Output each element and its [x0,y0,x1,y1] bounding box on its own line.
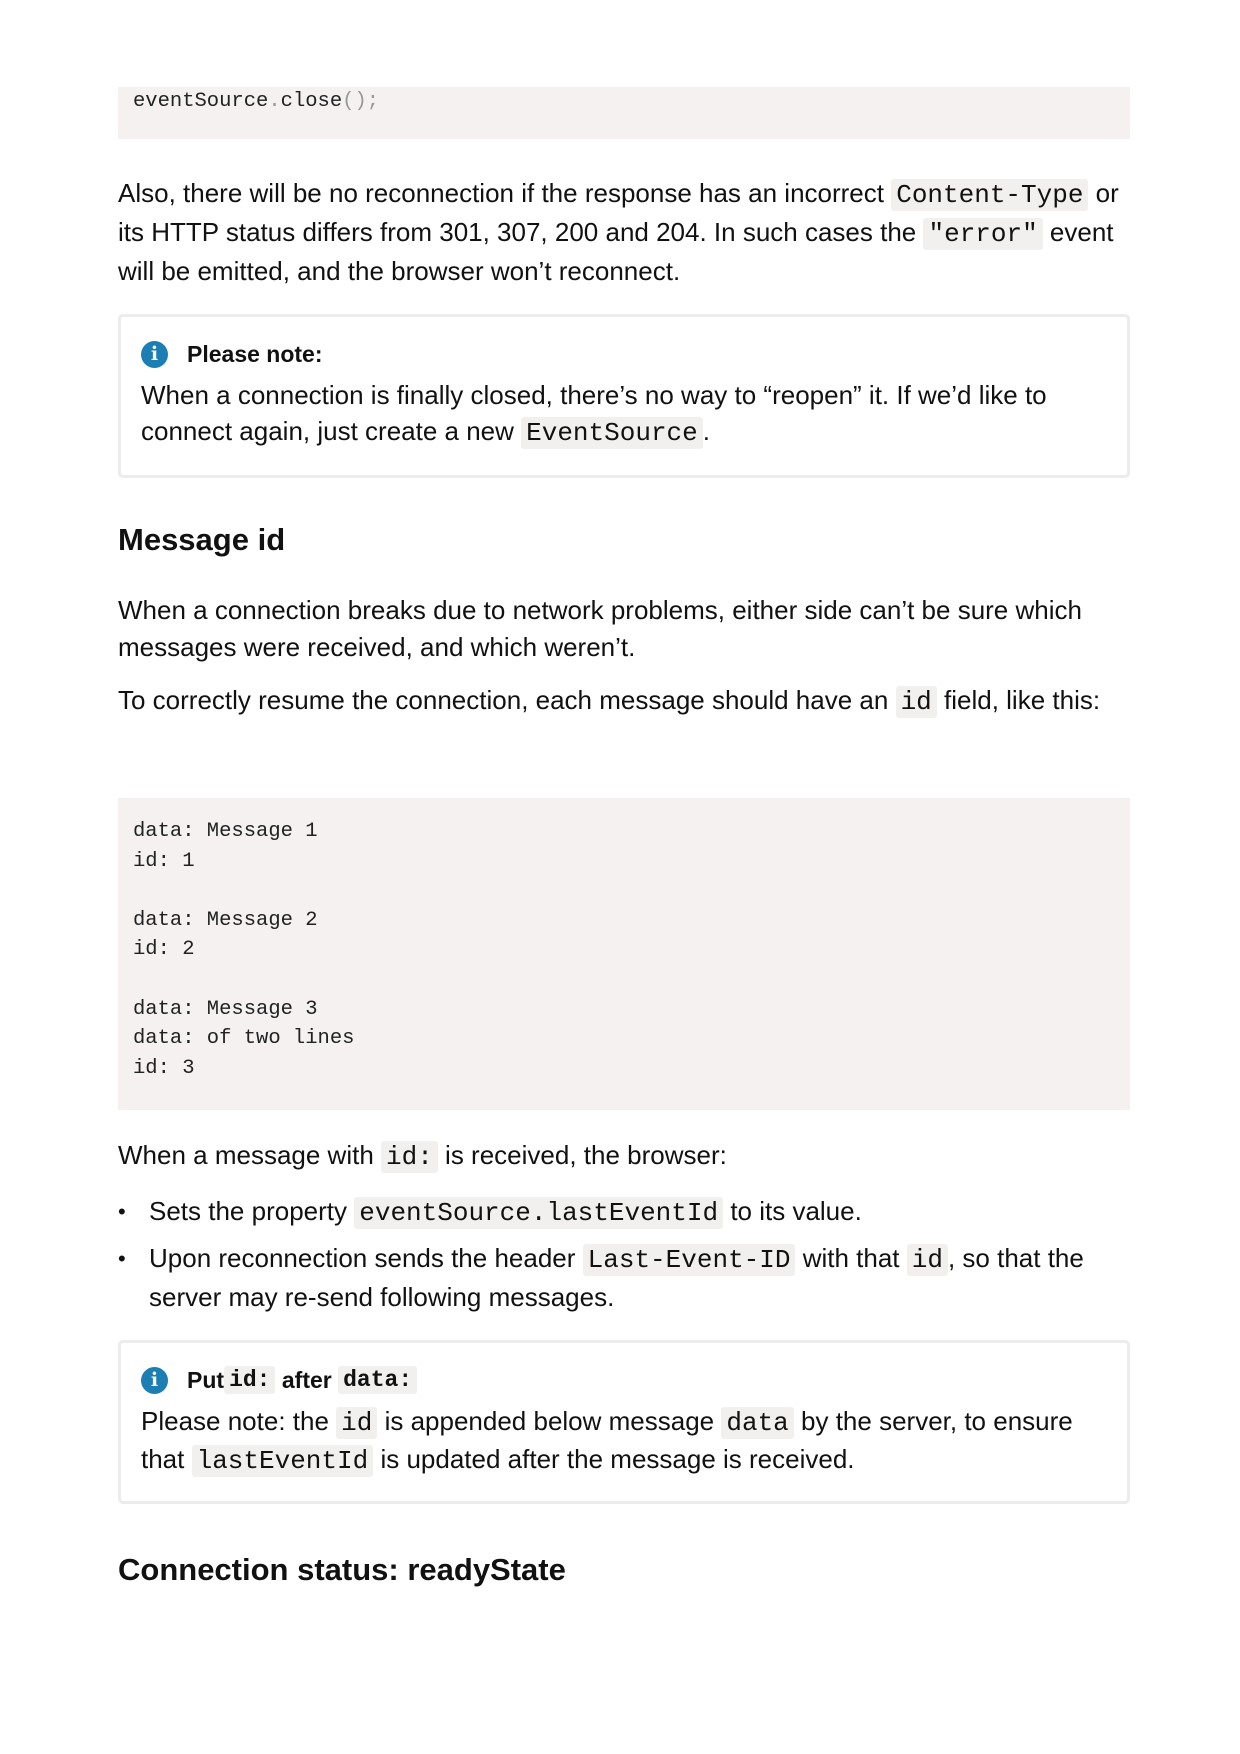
text: is received, the browser: [437,1140,727,1170]
inline-code-eventsource: EventSource [521,417,703,449]
list-item: • Upon reconnection sends the header Last… [118,1240,1130,1316]
inline-code-last-event-id-header: Last-Event-ID [582,1244,796,1276]
inline-code-data: data [721,1407,794,1439]
code-line-blank: ​ [133,965,1115,995]
code-line: data: Message 3 [133,997,318,1021]
note-title-text: Please note: [187,340,323,367]
text: . [702,416,710,446]
heading-connection-status: Connection status: readyState [118,1552,566,1587]
bullet-list: • Sets the property eventSource.lastEvent… [118,1193,1130,1324]
text: to its value. [723,1196,862,1226]
note-body: When a connection is finally closed, the… [141,377,1107,451]
text: To correctly resume the connection, each… [118,685,896,715]
bullet-dot: • [118,1246,126,1271]
bullet-dot: • [118,1199,126,1224]
text: Please note: the [141,1406,337,1436]
note-title: i Please note: [141,337,1107,371]
code-token-dot: . [268,90,281,113]
inline-code-content-type: Content-Type [891,179,1089,211]
text: Sets the property [149,1196,355,1226]
paragraph-connection-breaks: When a connection breaks due to network … [118,595,1082,662]
code-line: data: of two lines [133,1027,355,1051]
inline-code-data-colon: data: [338,1366,418,1394]
note-box-please-note: i Please note: When a connection is final… [118,314,1130,478]
inline-code-id: id [336,1407,378,1439]
code-line: id: 2 [133,938,195,962]
note-title: i Put id: after data: [141,1363,1107,1397]
info-icon: i [141,1366,168,1394]
code-token-method: close [280,90,343,113]
inline-code-lasteventid-property: eventSource.lastEventId [354,1197,724,1229]
list-item: • Sets the property eventSource.lastEvent… [118,1193,1130,1232]
note-box-put-id-after-data: i Put id: after data: Please note: the id… [118,1340,1130,1504]
code-line: data: Message 1 [133,820,318,843]
code-line-blank: ​ [133,876,1115,906]
inline-code-id: id [906,1244,948,1276]
note-body: Please note: the id is appended below me… [141,1403,1107,1479]
text: Put [187,1366,225,1393]
code-block-messages: data: Message 1id: 1​data: Message 2id: … [118,798,1130,1110]
text: Upon reconnection sends the header [149,1243,583,1273]
code-line: data: Message 2 [133,908,318,932]
text: When a message with [118,1140,382,1170]
code-token-semicolon: ; [366,90,380,113]
code-token-parens: () [342,90,367,113]
text: after [275,1366,339,1393]
inline-code-lasteventid: lastEventId [191,1445,374,1477]
text: is updated after the message is received… [373,1444,855,1474]
paragraph-message-received: When a message with id: is received, the… [118,1137,1130,1176]
text: Also, there will be no reconnection if t… [118,178,892,208]
code-line: id: 1 [133,849,195,873]
paragraph-no-reconnection: Also, there will be no reconnection if t… [118,175,1130,290]
text: is appended below message [377,1406,722,1436]
text: with that [795,1243,907,1273]
inline-code-error: "error" [923,218,1043,250]
code-line: id: 3 [133,1056,195,1080]
inline-code-id-colon: id: [381,1141,438,1173]
inline-code-id: id [895,686,937,718]
text: field, like this: [936,685,1101,715]
paragraph-resume-connection: To correctly resume the connection, each… [118,682,1130,721]
heading-message-id: Message id [118,522,286,557]
info-icon: i [141,340,168,368]
inline-code-id-colon: id: [224,1366,276,1394]
code-block-close: eventSource.close(); [118,87,1130,139]
code-token-object: eventSource [133,90,269,113]
